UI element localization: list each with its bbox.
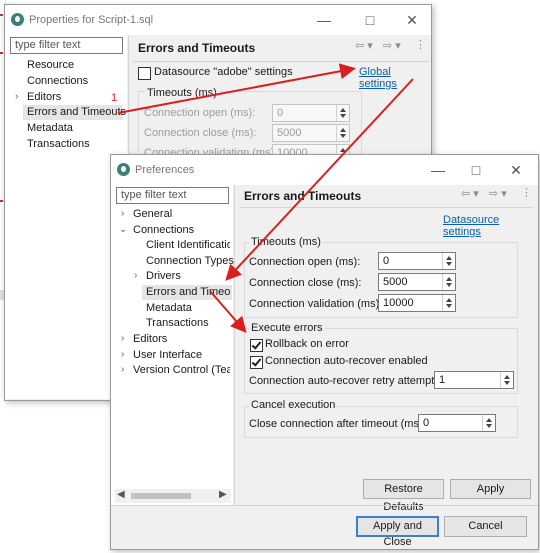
arrow-to-preferences-tree [225,78,414,281]
arrow-to-global-settings [117,63,356,114]
annotation-arrows [117,63,414,334]
arrow-to-execute-errors [209,290,247,334]
